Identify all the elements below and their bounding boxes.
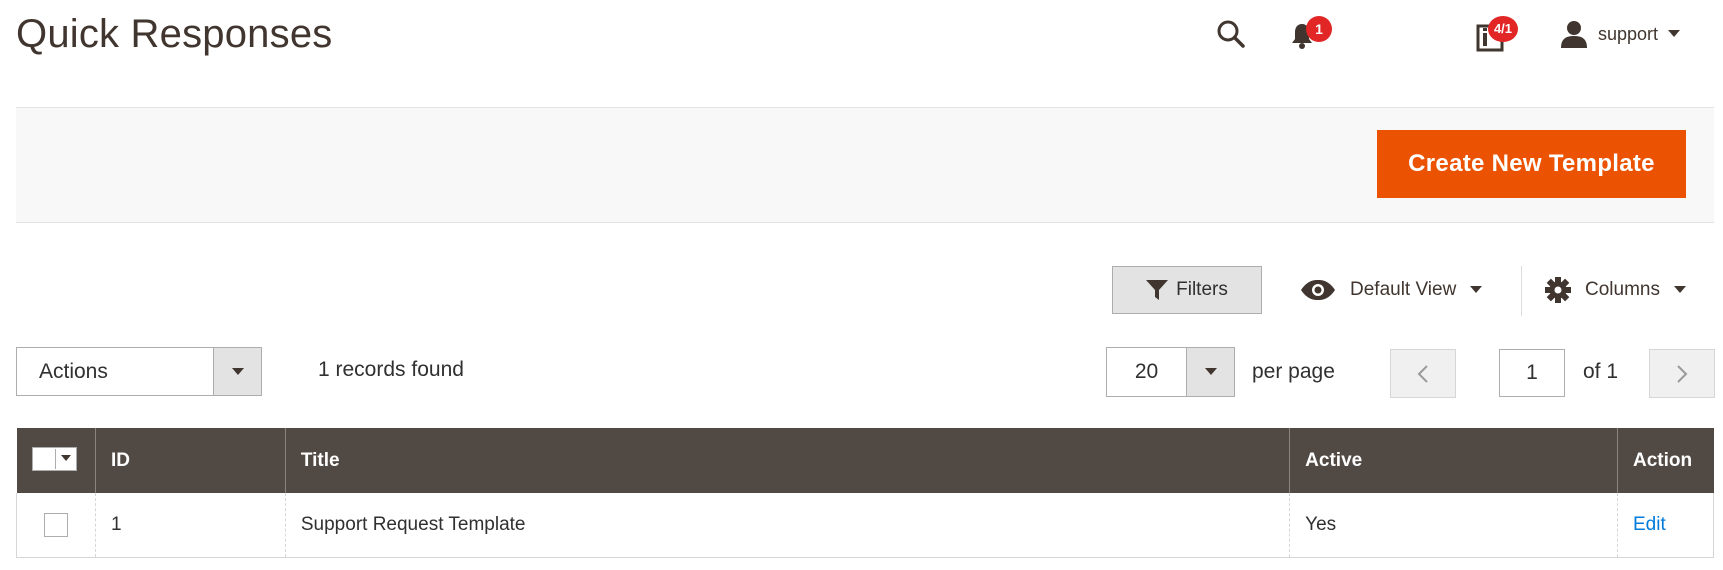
cell-action: Edit: [1616, 493, 1715, 558]
column-header-id[interactable]: ID: [94, 428, 286, 493]
system-messages-badge: 4/1: [1488, 16, 1518, 42]
cell-active: Yes: [1289, 493, 1618, 558]
column-header-action: Action: [1616, 428, 1714, 493]
mass-actions-label: Actions: [39, 359, 108, 383]
grid-header-row: ID Title Active Action: [16, 428, 1714, 493]
chevron-down-icon: [1186, 348, 1234, 396]
per-page-label: per page: [1252, 360, 1335, 383]
edit-link[interactable]: Edit: [1633, 514, 1666, 535]
gear-icon: [1545, 277, 1571, 303]
per-page-select[interactable]: 20: [1106, 347, 1235, 397]
column-header-title[interactable]: Title: [284, 428, 1290, 493]
mass-select-header: [17, 428, 96, 493]
notifications-badge: 1: [1306, 16, 1332, 42]
page-title: Quick Responses: [16, 12, 333, 56]
table-row: 1 Support Request Template Yes Edit: [16, 493, 1715, 558]
records-found: 1 records found: [318, 358, 464, 381]
mass-select-checkbox[interactable]: [31, 446, 77, 471]
user-account-menu[interactable]: support: [1560, 16, 1681, 52]
row-checkbox[interactable]: [43, 513, 68, 537]
default-view-label: Default View: [1350, 279, 1457, 300]
chevron-down-icon: [1668, 30, 1681, 37]
columns-label: Columns: [1585, 279, 1660, 300]
row-select-cell: [16, 493, 96, 558]
total-pages: of 1: [1583, 360, 1619, 383]
system-messages-button[interactable]: 4/1: [1476, 16, 1526, 56]
mass-actions-select[interactable]: Actions: [16, 347, 262, 396]
page-actions-bar: Create New Template: [16, 107, 1714, 223]
filters-button[interactable]: Filters: [1112, 266, 1262, 314]
chevron-left-icon: [1417, 364, 1428, 383]
cell-title: Support Request Template: [284, 493, 1290, 558]
next-page-button[interactable]: [1649, 349, 1715, 398]
eye-icon: [1301, 280, 1335, 300]
columns-dropdown[interactable]: Columns: [1545, 266, 1686, 314]
default-view-dropdown[interactable]: Default View: [1300, 266, 1483, 314]
column-header-active[interactable]: Active: [1289, 428, 1618, 493]
cell-id: 1: [94, 493, 286, 558]
user-name: support: [1598, 23, 1659, 44]
chevron-down-icon: [213, 348, 261, 395]
filter-icon: [1146, 280, 1169, 300]
current-page-input[interactable]: [1499, 349, 1565, 397]
toolbar-divider: [1521, 266, 1522, 316]
user-icon: [1561, 21, 1587, 48]
filters-label: Filters: [1176, 279, 1228, 300]
search-icon[interactable]: [1213, 16, 1249, 52]
chevron-right-icon: [1677, 364, 1688, 383]
chevron-down-icon: [1470, 286, 1483, 293]
quick-responses-grid: ID Title Active Action 1 Support Request…: [16, 428, 1715, 558]
create-new-template-button[interactable]: Create New Template: [1377, 130, 1686, 198]
previous-page-button[interactable]: [1390, 349, 1456, 398]
chevron-down-icon: [54, 448, 76, 469]
per-page-value: 20: [1134, 360, 1159, 383]
chevron-down-icon: [1673, 286, 1686, 293]
notifications-button[interactable]: 1: [1290, 16, 1334, 56]
